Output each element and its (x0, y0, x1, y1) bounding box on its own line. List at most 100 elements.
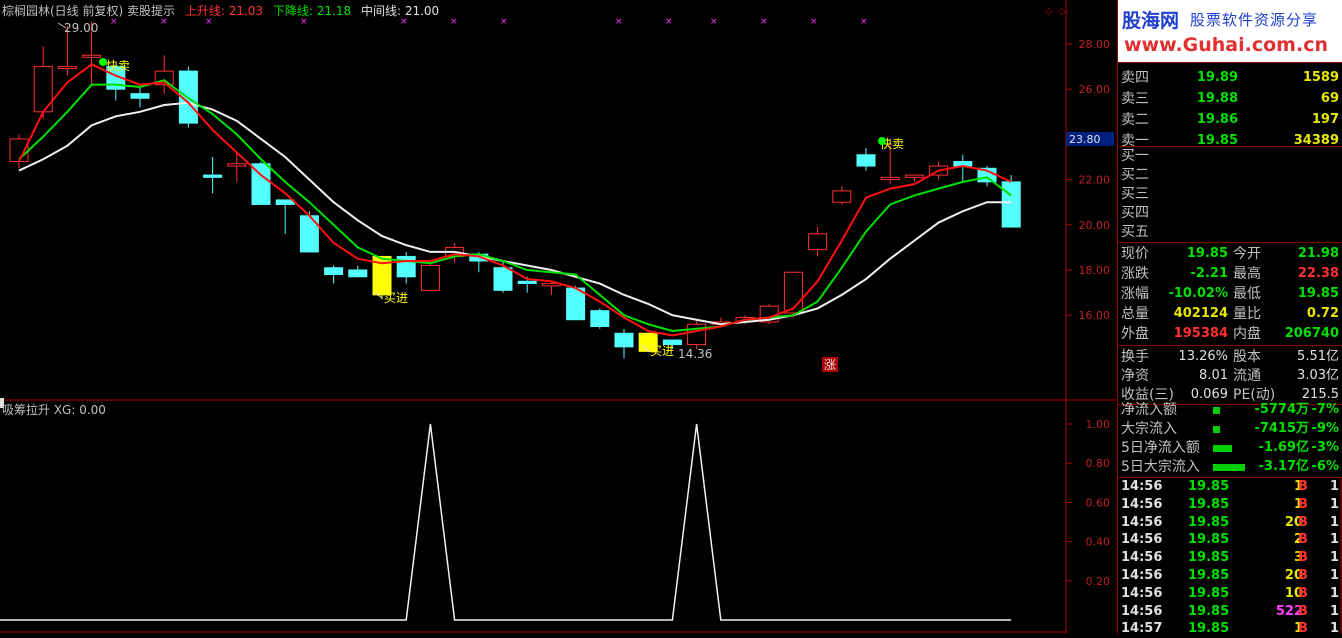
tick-price: 19.85 (1188, 603, 1230, 619)
quote-row: 外盘 195384 内盘 206740 (1118, 324, 1342, 344)
tick-side: B (1298, 496, 1308, 512)
quote-label: 现价 (1121, 246, 1149, 262)
capital-flow-pct: -7% (1311, 402, 1339, 417)
orderbook-buy-row[interactable]: 买五 (1118, 222, 1342, 242)
candle-body (517, 280, 537, 285)
xg-signal-line (0, 423, 1012, 621)
tick-side: B (1298, 603, 1308, 619)
orderbook-buy-row[interactable]: 买四 (1118, 203, 1342, 223)
tick-count: 1 (1329, 496, 1339, 512)
tick-time: 14:56 (1121, 568, 1163, 583)
orderbook-buy-row[interactable]: 买一 (1118, 146, 1342, 166)
candle-body (783, 271, 803, 314)
tick-price: 19.85 (1188, 479, 1230, 494)
orderbook-level-label: 买四 (1121, 205, 1149, 221)
capital-flow-row: 净流入额 -5774万 -7% (1118, 400, 1342, 420)
candle-body (590, 310, 610, 327)
candle-body (904, 174, 924, 178)
orderbook-level-label: 卖三 (1121, 91, 1149, 107)
tick-trade-row: 14:56 19.85 522 B 1 (1118, 603, 1342, 621)
candle-body (493, 267, 513, 291)
sell-signal-dot (99, 58, 107, 66)
quote-value: 206740 (1284, 326, 1339, 341)
tick-count: 1 (1329, 514, 1339, 530)
kline-chart-area[interactable]: 28.00 26.00 22.00 20.00 18.00 16.00 1.00 0.80 0.… (0, 0, 1117, 634)
tick-time: 14:56 (1121, 496, 1163, 512)
tick-time: 14:56 (1121, 532, 1163, 548)
stats-label: 换手 (1121, 349, 1149, 365)
tick-trade-row: 14:57 19.85 1 B 1 (1118, 620, 1342, 638)
tick-price: 19.85 (1188, 496, 1230, 512)
candle-body (880, 176, 900, 181)
price-tick-label: 16.00 (1079, 309, 1111, 322)
candle-body (1001, 181, 1021, 228)
candle-body (227, 163, 247, 167)
quote-panel: 股海网 股票软件资源分享 www.Guhai.com.cn 卖四 19.89 158… (1117, 0, 1342, 636)
quote-label: 涨幅 (1121, 286, 1149, 302)
price-tick-label: 22.00 (1079, 174, 1111, 187)
quote-value: 19.85 (1297, 286, 1339, 301)
signal-marker: × (500, 17, 508, 27)
tick-trade-row: 14:56 19.85 20 B 1 (1118, 514, 1342, 532)
limit-badge-label: 涨 (824, 357, 836, 372)
quote-label: 最低 (1233, 286, 1261, 302)
up-line-value: 21.03 (228, 4, 264, 18)
orderbook-volume: 197 (1311, 112, 1339, 127)
tick-time: 14:56 (1121, 603, 1163, 619)
quote-row: 总量 402124 量比 0.72 (1118, 304, 1342, 324)
orderbook-volume: 1589 (1302, 70, 1339, 85)
orderbook-sell-row[interactable]: 卖二 19.86 197 (1118, 110, 1342, 130)
orderbook-price: 19.89 (1196, 70, 1238, 85)
orderbook-level-label: 卖四 (1121, 70, 1149, 86)
quote-value: 21.98 (1297, 246, 1339, 261)
tick-price: 19.85 (1188, 550, 1230, 566)
watermark-logo: 股海网 股票软件资源分享 www.Guhai.com.cn (1118, 0, 1342, 62)
tick-side: B (1298, 514, 1308, 530)
indicator-tick-label: 0.20 (1086, 575, 1111, 588)
capital-flow-label: 5日大宗流入 (1121, 459, 1200, 475)
kline-svg[interactable]: 28.00 26.00 22.00 20.00 18.00 16.00 1.00 0.80 0.… (0, 0, 1117, 634)
candle-body (614, 332, 634, 348)
candle-body (57, 66, 77, 70)
capital-flow-bar (1213, 464, 1245, 471)
capital-flow-value: -1.69亿 (1258, 440, 1309, 455)
tick-time: 14:56 (1121, 550, 1163, 566)
quote-value: -2.21 (1190, 266, 1228, 281)
capital-flow-row: 5日净流入额 -1.69亿 -3% (1118, 438, 1342, 458)
stats-label: 流通 (1233, 368, 1261, 384)
mid-line (18, 101, 1012, 326)
candle-body (856, 154, 876, 167)
corner-diamond-icon: ◇ (1058, 6, 1066, 17)
tick-count: 1 (1329, 585, 1339, 601)
candle-body (275, 199, 295, 205)
capital-flow-value: -7415万 (1254, 421, 1309, 436)
quote-value: 0.72 (1306, 306, 1339, 321)
candle-body (130, 93, 150, 99)
tick-side: B (1298, 479, 1308, 494)
capital-flow-label: 大宗流入 (1121, 421, 1177, 437)
tick-price: 19.85 (1188, 514, 1230, 530)
tick-price: 19.85 (1188, 585, 1230, 601)
tick-count: 1 (1329, 621, 1339, 637)
tick-trade-row: 14:56 19.85 10 B 1 (1118, 585, 1342, 603)
capital-flow-pct: -6% (1311, 459, 1339, 474)
tick-trade-row: 14:56 19.85 1 B 1 (1118, 496, 1342, 514)
capital-flow-row: 大宗流入 -7415万 -9% (1118, 419, 1342, 439)
stats-label: 股本 (1233, 349, 1261, 365)
orderbook-buy-row[interactable]: 买三 (1118, 184, 1342, 204)
stats-value: 8.01 (1199, 368, 1228, 383)
orderbook-sell-row[interactable]: 卖四 19.89 1589 (1118, 68, 1342, 88)
high-price-label: 29.00 (64, 21, 98, 35)
quote-value: -10.02% (1168, 286, 1228, 301)
tick-trade-row: 14:56 19.85 20 B 1 (1118, 567, 1342, 585)
stats-value: 13.26% (1178, 349, 1228, 364)
tick-count: 1 (1329, 568, 1339, 583)
tick-count: 1 (1329, 532, 1339, 548)
quote-value: 19.85 (1186, 246, 1228, 261)
orderbook-sell-row[interactable]: 卖三 19.88 69 (1118, 89, 1342, 109)
orderbook-buy-row[interactable]: 买二 (1118, 165, 1342, 185)
capital-flow-pct: -9% (1311, 421, 1339, 436)
candle-body (566, 287, 586, 321)
capital-flow-bar (1213, 426, 1220, 433)
stats-value: 5.51亿 (1297, 349, 1339, 364)
